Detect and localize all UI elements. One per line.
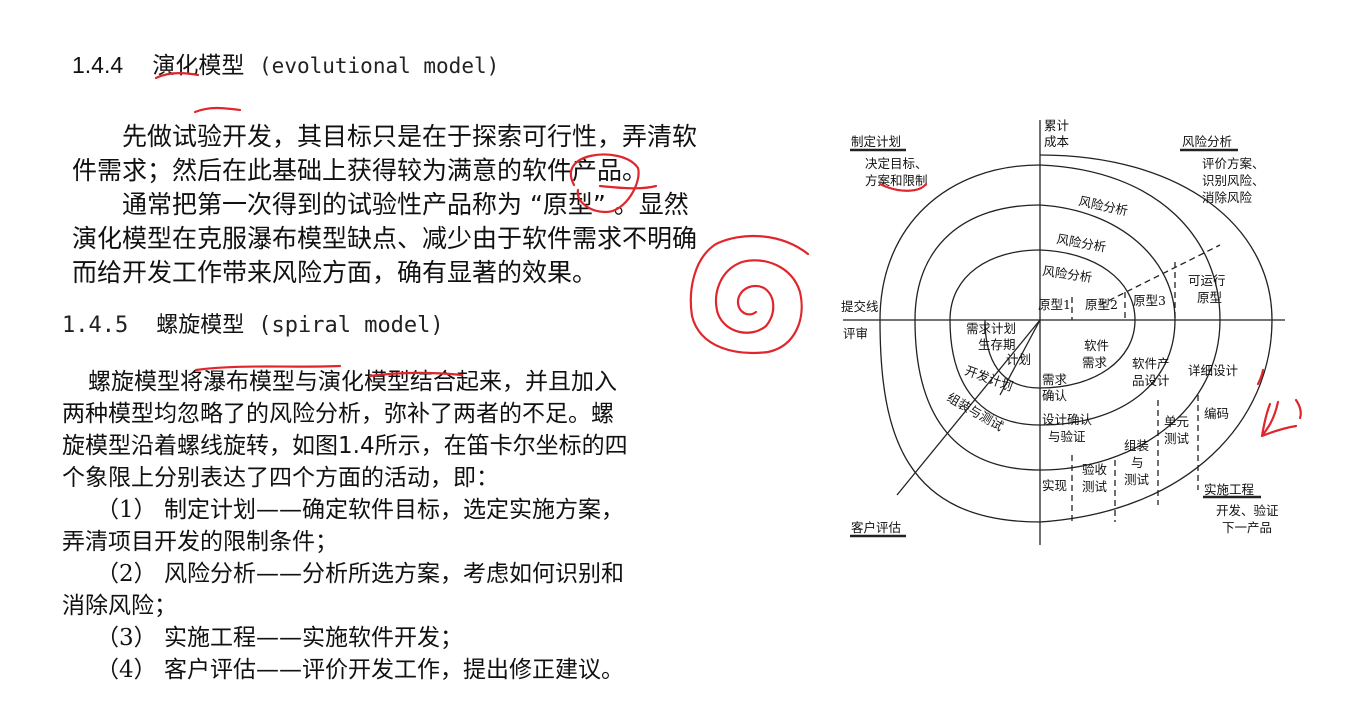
axis-left-label: 评审	[843, 326, 868, 341]
step-label: 详细设计	[1188, 363, 1238, 378]
axis-left-label: 提交线	[841, 299, 879, 314]
risk-label-inner: 风险分析	[1042, 263, 1094, 285]
engineering-sub-line: 下一产品	[1222, 520, 1272, 535]
quadrant-engineering-label: 实施工程	[1204, 482, 1255, 497]
risk-label-middle: 风险分析	[1055, 231, 1107, 254]
step-label: 需求	[1082, 355, 1108, 370]
risk-label-outer: 风险分析	[1077, 193, 1129, 218]
assembly-test-plan-label: 组装与测试	[945, 390, 1007, 434]
axis-top-label: 累计	[1044, 118, 1069, 133]
spiral-model-diagram: 制定计划 决定目标、 方案和限制 累计 成本 风险分析 评价方案、 识别风险、 …	[154, 71, 1302, 545]
step-label: 测试	[1164, 431, 1190, 446]
risk-sub-line: 消除风险	[1202, 190, 1253, 205]
axis-top-label: 成本	[1044, 134, 1070, 149]
step-label: 测试	[1082, 479, 1108, 494]
step-label: 软件产	[1132, 356, 1170, 371]
step-label: 组装	[1124, 438, 1149, 453]
quadrant-customer-label: 客户评估	[851, 520, 901, 535]
risk-sub-line: 识别风险、	[1202, 173, 1265, 188]
plan-label: 需求计划	[966, 321, 1016, 336]
prototype-2: 原型2	[1085, 297, 1118, 312]
plan-label: 计划	[1006, 352, 1031, 367]
step-label: 软件	[1084, 338, 1109, 353]
step-label: 验收	[1082, 462, 1108, 477]
quadrant-risk-label: 风险分析	[1182, 134, 1232, 149]
dev-plan-label: 开发计划	[963, 363, 1015, 394]
step-label: 确认	[1042, 388, 1068, 403]
step-label: 实现	[1042, 478, 1067, 493]
step-label: 编码	[1204, 406, 1229, 421]
plan-sub-line: 方案和限制	[865, 173, 928, 188]
pen-annotations	[154, 71, 1302, 438]
prototype-3: 原型3	[1133, 293, 1166, 308]
prototype-1: 原型1	[1038, 297, 1071, 312]
step-label: 设计确认	[1042, 412, 1093, 427]
runnable-prototype: 可运行	[1188, 273, 1226, 288]
engineering-sub-line: 开发、验证	[1216, 503, 1279, 518]
plan-sub-line: 决定目标、	[865, 156, 928, 171]
step-label: 与验证	[1048, 429, 1086, 444]
plan-label: 生存期	[978, 337, 1016, 352]
quadrant-plan-label: 制定计划	[851, 134, 901, 149]
runnable-prototype: 原型	[1197, 290, 1222, 305]
risk-sub-line: 评价方案、	[1202, 156, 1265, 171]
step-label: 测试	[1124, 472, 1150, 487]
step-label: 与	[1131, 455, 1144, 470]
step-label: 需求	[1042, 372, 1068, 387]
step-label: 单元	[1164, 414, 1189, 429]
step-label: 品设计	[1132, 373, 1170, 388]
